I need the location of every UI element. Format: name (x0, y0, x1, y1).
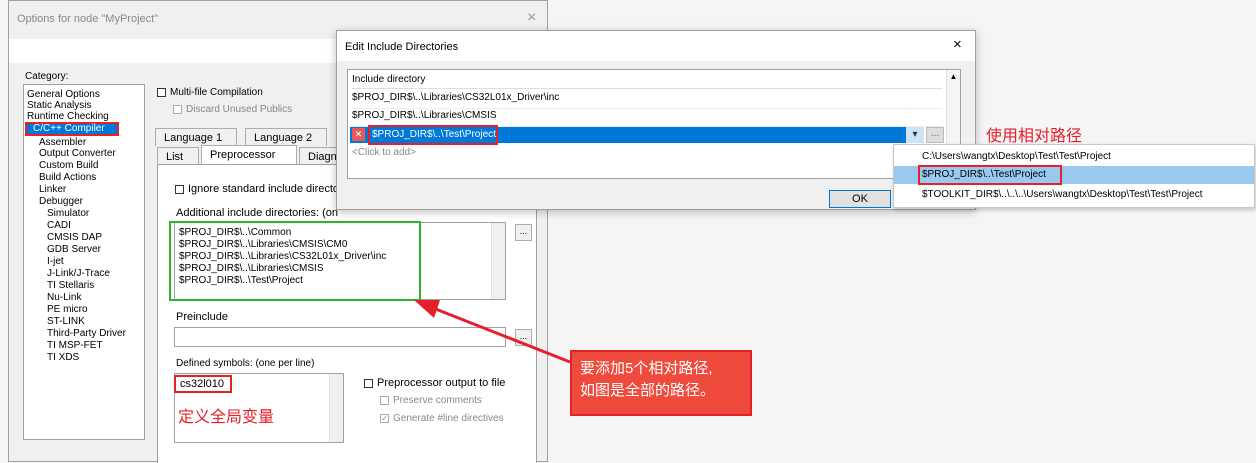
category-debugger[interactable]: Debugger (39, 196, 83, 207)
discard-checkbox-box (173, 104, 182, 114)
ignore-std-include-label: Ignore standard include directo (188, 183, 340, 195)
click-to-add-row[interactable]: <Click to add> (352, 147, 416, 158)
ignore-std-include-checkbox[interactable]: Ignore standard include directo (175, 183, 339, 195)
ok-button[interactable]: OK (829, 190, 891, 208)
path-browse-button[interactable]: ... (926, 127, 944, 143)
note-line-2: 如图是全部的路径。 (580, 382, 716, 399)
category-runtime-checking[interactable]: Runtime Checking (27, 111, 109, 122)
category-items: General Options Static Analysis Runtime … (25, 89, 141, 429)
category-i-jet[interactable]: I-jet (47, 256, 64, 267)
dropdown-option-highlight (918, 165, 1062, 185)
preserve-comments-label: Preserve comments (393, 395, 482, 406)
category-cpp-compiler[interactable]: C/C++ Compiler (25, 122, 119, 136)
discard-unused-publics-checkbox: Discard Unused Publics (173, 104, 292, 115)
include-directory-header: Include directory (352, 74, 942, 89)
tab-preprocessor[interactable]: Preprocessor (201, 145, 297, 165)
selected-row-highlight (368, 125, 498, 145)
category-ti-stellaris[interactable]: TI Stellaris (47, 280, 94, 291)
category-pe-micro[interactable]: PE micro (47, 304, 88, 315)
options-dialog-title: Options for node "MyProject" (17, 13, 159, 25)
category-assembler[interactable]: Assembler (39, 137, 86, 148)
category-ti-xds[interactable]: TI XDS (47, 352, 79, 363)
multi-file-checkbox-box (157, 87, 166, 97)
preinclude-label: Preinclude (176, 311, 228, 323)
dropdown-option-toolkit[interactable]: $TOOLKIT_DIR$\..\..\..\Users\wangtx\Desk… (922, 189, 1252, 200)
multi-file-compilation-checkbox[interactable]: Multi-file Compilation (157, 87, 263, 98)
category-jlink[interactable]: J-Link/J-Trace (47, 268, 110, 279)
generate-line-directives-checkbox: Generate #line directives (380, 413, 504, 424)
additional-include-label: Additional include directories: (on (176, 207, 339, 219)
edit-include-dialog: Edit Include Directories × Include direc… (336, 30, 976, 210)
path-dropdown-arrow[interactable]: ▾ (906, 127, 924, 143)
category-static-analysis[interactable]: Static Analysis (27, 100, 91, 111)
category-gdb-server[interactable]: GDB Server (47, 244, 101, 255)
category-custom-build[interactable]: Custom Build (39, 160, 98, 171)
edit-dialog-title: Edit Include Directories (345, 41, 459, 53)
generate-line-box (380, 413, 389, 423)
delete-row-icon[interactable]: ✕ (352, 128, 365, 141)
category-simulator[interactable]: Simulator (47, 208, 89, 219)
options-close-button[interactable]: × (527, 9, 536, 27)
relative-path-dropdown[interactable]: C:\Users\wangtx\Desktop\Test\Test\Projec… (893, 144, 1255, 208)
category-build-actions[interactable]: Build Actions (39, 172, 96, 183)
category-list: General Options Static Analysis Runtime … (23, 84, 145, 440)
tab-language-2[interactable]: Language 2 (245, 128, 327, 146)
category-cmsis-dap[interactable]: CMSIS DAP (47, 232, 102, 243)
note-line-1: 要添加5个相对路径, (580, 360, 713, 377)
generate-line-label: Generate #line directives (393, 413, 504, 424)
preserve-comments-box (380, 395, 389, 405)
note-box: 要添加5个相对路径, 如图是全部的路径。 (570, 350, 752, 416)
include-dirs-highlight (169, 221, 421, 301)
category-label: Category: (25, 71, 69, 82)
scroll-up-arrow[interactable]: ▲ (947, 72, 960, 81)
category-nu-link[interactable]: Nu-Link (47, 292, 81, 303)
category-ti-msp-fet[interactable]: TI MSP-FET (47, 340, 103, 351)
relative-path-annotation: 使用相对路径 (986, 128, 1083, 145)
category-cadi[interactable]: CADI (47, 220, 71, 231)
include-dirs-browse-button[interactable]: ... (515, 224, 532, 241)
multi-file-label: Multi-file Compilation (170, 87, 263, 98)
discard-label: Discard Unused Publics (186, 104, 293, 115)
include-directory-row[interactable]: $PROJ_DIR$\..\Libraries\CS32L01x_Driver\… (352, 92, 942, 109)
global-var-annotation: 定义全局变量 (178, 409, 275, 426)
tab-list[interactable]: List (157, 147, 199, 165)
edit-close-button[interactable]: × (953, 36, 962, 53)
category-st-link[interactable]: ST-LINK (47, 316, 85, 327)
category-general-options[interactable]: General Options (27, 89, 100, 100)
category-third-party-driver[interactable]: Third-Party Driver (47, 328, 126, 339)
defined-symbol-value: cs32l010 (180, 378, 225, 390)
dropdown-option-absolute[interactable]: C:\Users\wangtx\Desktop\Test\Test\Projec… (922, 151, 1252, 162)
category-output-converter[interactable]: Output Converter (39, 148, 116, 159)
category-linker[interactable]: Linker (39, 184, 66, 195)
preprocessor-output-box (364, 378, 373, 388)
include-dirs-scrollbar[interactable] (491, 223, 505, 299)
edit-dialog-body: Include directory $PROJ_DIR$\..\Librarie… (337, 61, 975, 209)
ignore-std-include-box (175, 184, 184, 194)
preserve-comments-checkbox: Preserve comments (380, 395, 482, 406)
include-directory-list[interactable]: Include directory $PROJ_DIR$\..\Librarie… (347, 69, 961, 179)
defined-symbols-scrollbar[interactable] (329, 374, 343, 442)
defined-symbols-label: Defined symbols: (one per line) (176, 358, 315, 369)
tab-language-1[interactable]: Language 1 (155, 128, 237, 146)
